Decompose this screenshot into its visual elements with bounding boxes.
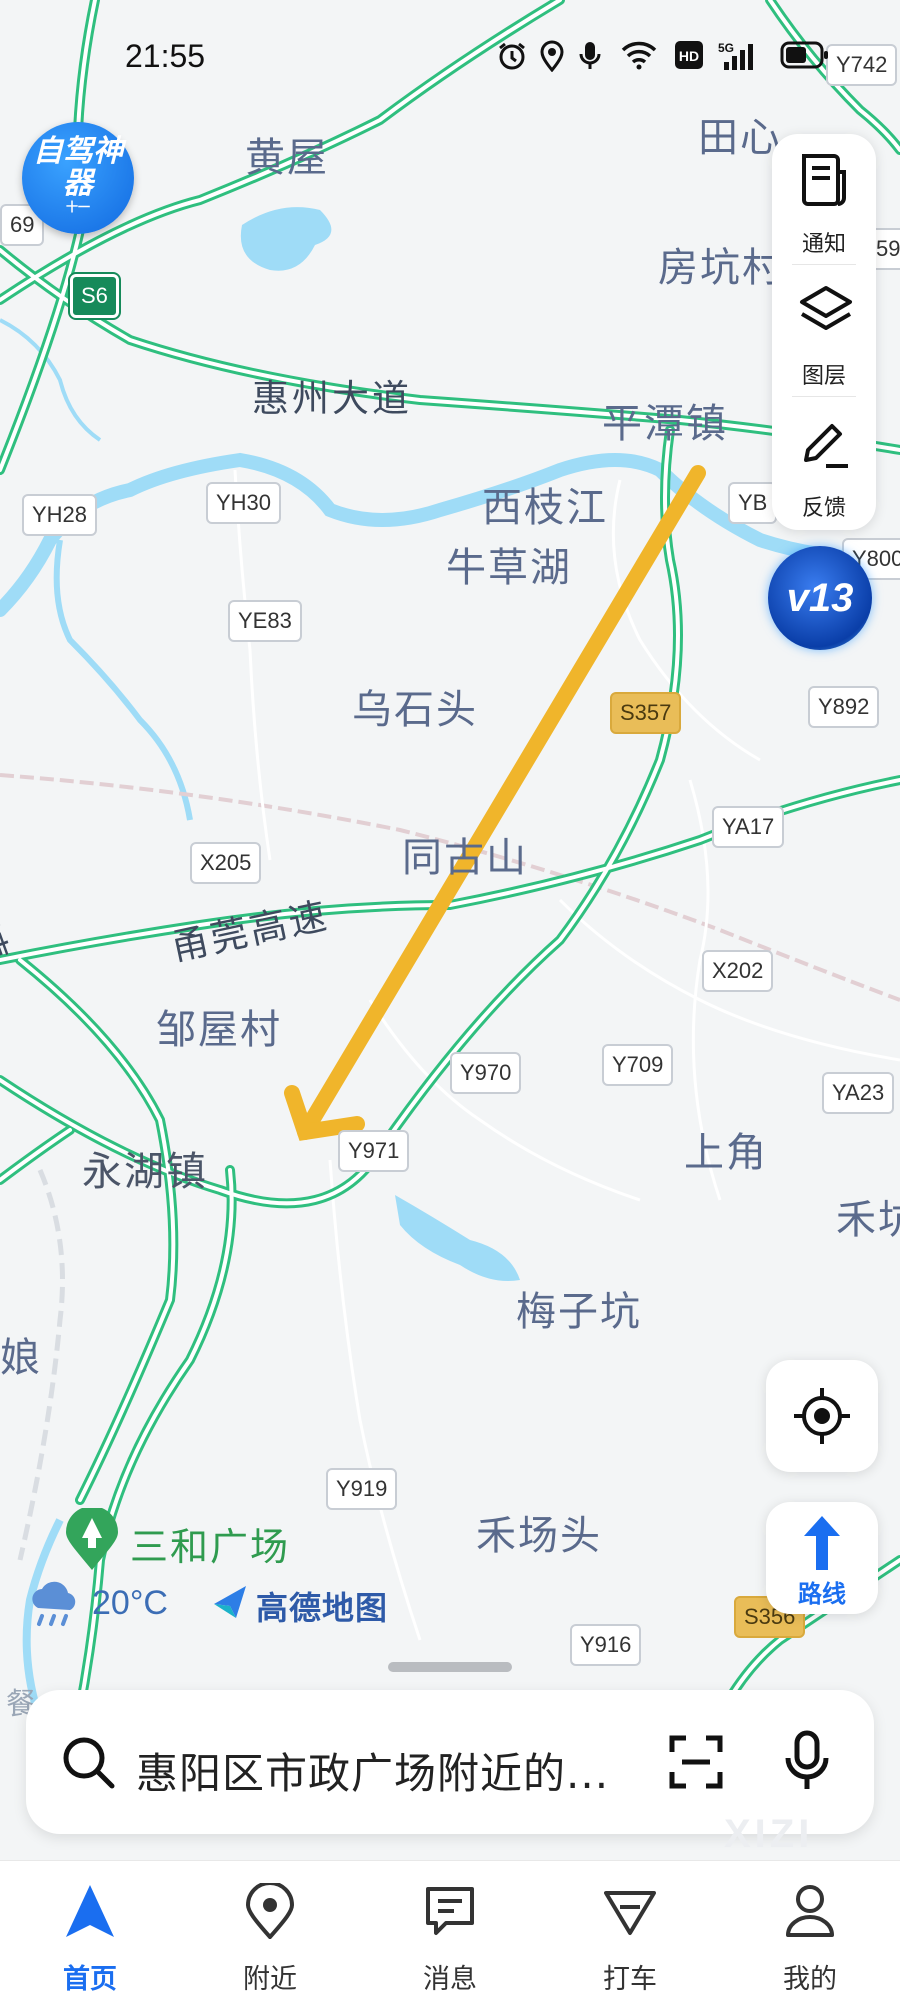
nav-profile-label: 我的 xyxy=(783,1964,837,1995)
feedback-label: 反馈 xyxy=(801,496,846,521)
rain-cloud-icon[interactable] xyxy=(26,1578,82,1630)
hd-icon: HD xyxy=(675,41,703,69)
crosshair-icon xyxy=(794,1388,850,1444)
park-poi-icon[interactable] xyxy=(64,1508,120,1572)
notice-label: 通知 xyxy=(801,232,846,257)
svg-text:HD: HD xyxy=(679,48,699,64)
route-badge: Y709 xyxy=(602,1044,674,1086)
location-pin-icon xyxy=(245,1883,295,1939)
place-label[interactable]: 禾场头 xyxy=(476,1516,602,1556)
poi-label[interactable]: 三和广场 xyxy=(130,1516,290,1571)
route-label: 路线 xyxy=(798,1580,846,1608)
feedback-pen-icon xyxy=(804,424,848,468)
route-badge: X202 xyxy=(702,950,774,992)
search-icon xyxy=(63,1737,115,1789)
place-label[interactable]: 西枝江 xyxy=(482,488,608,528)
road-name-label: 惠州大道 xyxy=(252,377,412,420)
brand-label: 高德地图 xyxy=(256,1589,389,1627)
bottom-nav: 首页 附近 消息 打车 我的 xyxy=(0,1860,900,2001)
nav-home[interactable]: 首页 xyxy=(0,1861,180,2001)
badge-title: 自驾神器 xyxy=(33,134,123,201)
place-label[interactable]: 牛草湖 xyxy=(446,548,572,588)
route-badge: YB xyxy=(728,482,778,524)
route-badge: Y892 xyxy=(808,686,880,728)
nav-taxi-label: 打车 xyxy=(603,1964,657,1995)
nav-messages-label: 消息 xyxy=(423,1964,477,1995)
message-icon xyxy=(426,1887,474,1935)
home-arrow-icon xyxy=(66,1885,114,1937)
nav-nearby-label: 附近 xyxy=(243,1964,297,1995)
notice-button[interactable]: 通知 xyxy=(772,134,876,262)
route-badge: Y919 xyxy=(326,1468,398,1510)
route-badge: S357 xyxy=(610,692,682,734)
signal-5g-icon: 5G xyxy=(718,41,753,70)
route-badge: X205 xyxy=(190,842,262,884)
route-badge: Y970 xyxy=(450,1052,522,1094)
place-label[interactable]: 永湖镇 xyxy=(82,1152,208,1192)
place-label[interactable]: 禾坑 xyxy=(836,1200,900,1240)
microphone-icon xyxy=(579,42,601,69)
place-label[interactable]: 田心 xyxy=(698,118,782,158)
notice-icon xyxy=(802,154,846,206)
scan-icon[interactable] xyxy=(668,1734,724,1790)
feedback-button[interactable]: 反馈 xyxy=(772,398,876,526)
status-bar: 21:55 HD 5G xyxy=(0,0,900,110)
locate-button[interactable] xyxy=(766,1360,878,1472)
place-label[interactable]: 乌石头 xyxy=(352,690,478,730)
place-label[interactable]: 娘 xyxy=(0,1338,42,1378)
taxi-icon xyxy=(604,1891,656,1935)
self-drive-badge[interactable]: 自驾神器 十一 xyxy=(22,122,134,234)
place-label[interactable]: 邹屋村 xyxy=(156,1010,282,1050)
nav-nearby[interactable]: 附近 xyxy=(180,1861,360,2001)
place-label[interactable]: 房坑村 xyxy=(658,248,784,288)
route-badge: YH30 xyxy=(206,482,282,524)
route-button[interactable]: 路线 xyxy=(766,1502,878,1614)
layers-icon xyxy=(800,286,852,330)
place-label[interactable]: 黄屋 xyxy=(245,138,329,178)
route-badge: Y971 xyxy=(338,1130,410,1172)
place-label[interactable]: 上角 xyxy=(684,1133,768,1173)
profile-icon xyxy=(786,1885,834,1937)
badge-subtitle: 十一 xyxy=(65,200,90,214)
route-badge: YA17 xyxy=(712,806,785,848)
route-badge: YE83 xyxy=(228,600,302,642)
place-label[interactable]: 平潭镇 xyxy=(602,404,728,444)
route-badge: Y916 xyxy=(570,1624,642,1666)
search-input[interactable]: 惠阳区市政广场附近的... xyxy=(136,1740,609,1801)
wifi-icon xyxy=(621,41,657,70)
place-label[interactable]: 梅子坑 xyxy=(516,1292,642,1332)
route-badge: YH28 xyxy=(22,494,98,536)
alarm-icon xyxy=(499,42,525,70)
nav-taxi[interactable]: 打车 xyxy=(540,1861,720,2001)
amap-logo-icon xyxy=(214,1586,246,1618)
layers-label: 图层 xyxy=(801,364,846,389)
sheet-handle[interactable] xyxy=(388,1662,512,1672)
nav-messages[interactable]: 消息 xyxy=(360,1861,540,2001)
route-badge: S6 xyxy=(70,274,119,318)
location-icon xyxy=(540,40,564,72)
route-badge: YA23 xyxy=(822,1072,895,1114)
version-badge[interactable]: v13 xyxy=(768,546,872,650)
microphone-icon[interactable] xyxy=(782,1730,832,1792)
place-label[interactable]: 同古山 xyxy=(402,838,528,878)
nav-home-label: 首页 xyxy=(63,1964,117,1995)
layers-button[interactable]: 图层 xyxy=(772,266,876,394)
temperature-label[interactable]: 20°C xyxy=(92,1584,168,1623)
nav-profile[interactable]: 我的 xyxy=(720,1861,900,2001)
map-tool-panel: 通知 图层 反馈 xyxy=(772,134,876,530)
route-arrow-icon xyxy=(804,1516,840,1570)
svg-text:5G: 5G xyxy=(718,41,734,55)
battery-icon xyxy=(780,41,828,69)
watermark: XIZI xyxy=(724,1812,814,1856)
status-time: 21:55 xyxy=(125,38,206,74)
